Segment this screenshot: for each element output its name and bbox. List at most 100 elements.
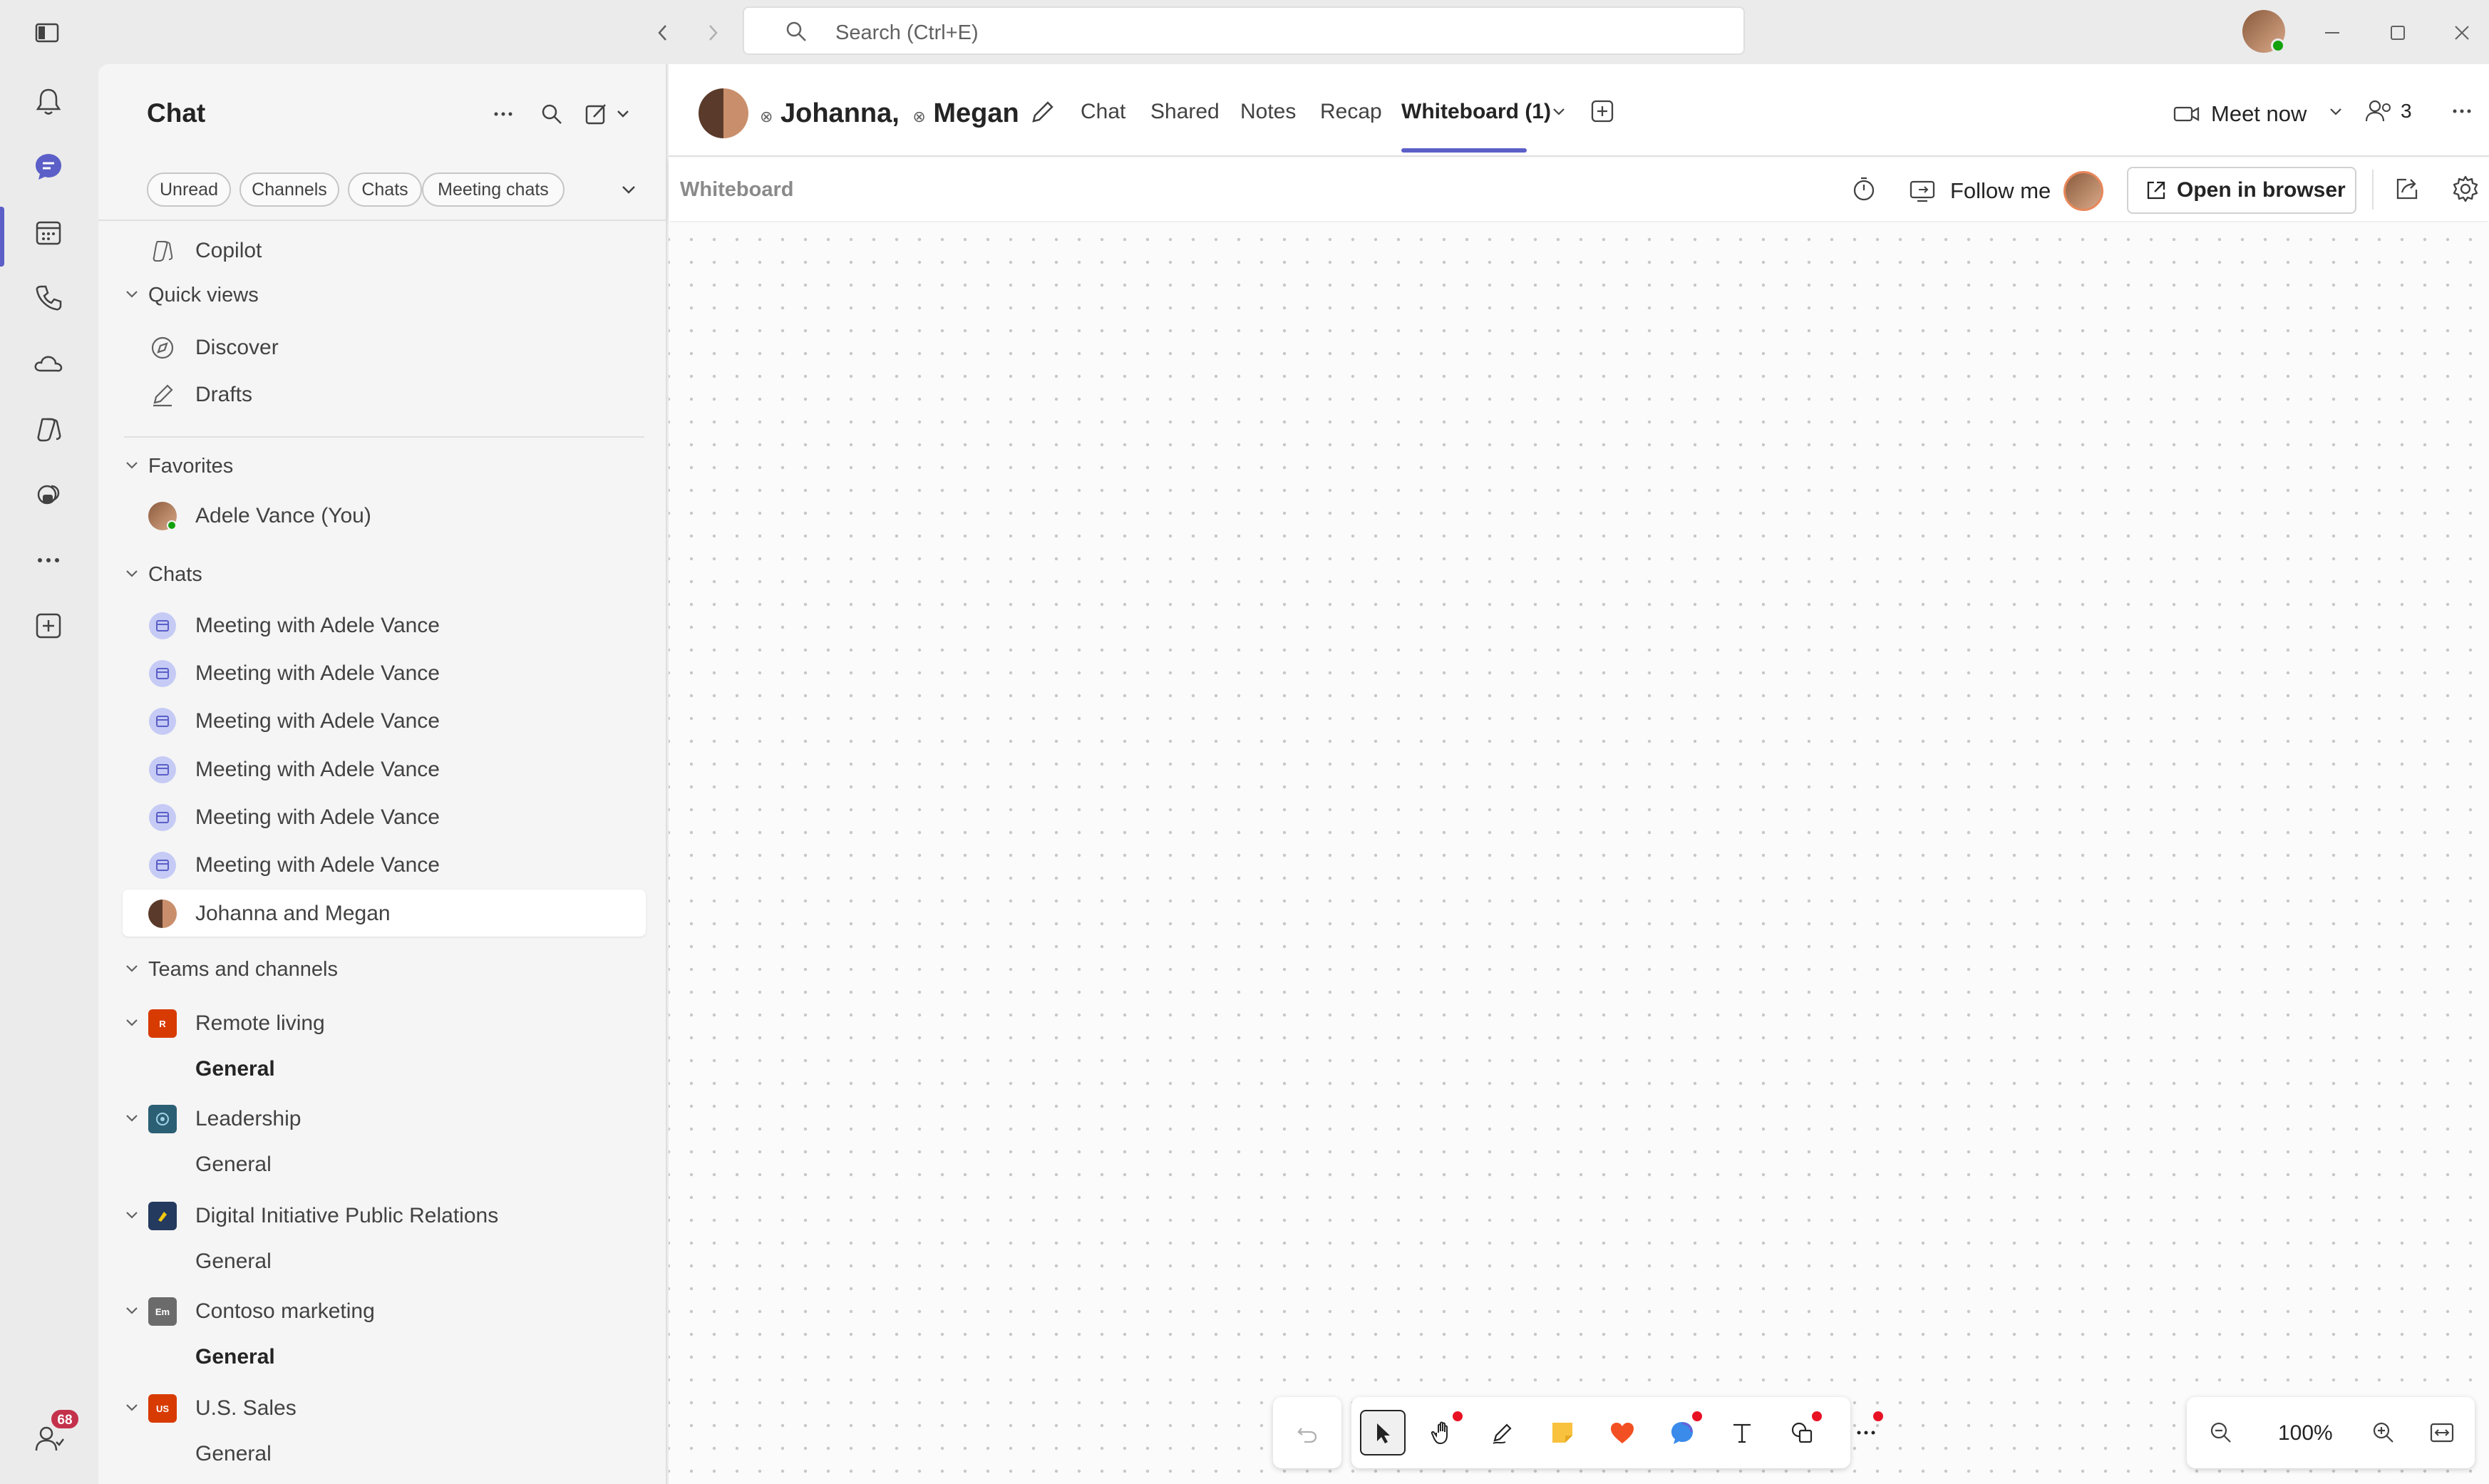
copilot-icon[interactable] bbox=[29, 409, 68, 449]
zoom-level[interactable]: 100% bbox=[2278, 1421, 2333, 1446]
channel-general[interactable]: General bbox=[123, 1333, 646, 1380]
channel-general[interactable]: General bbox=[123, 1237, 646, 1284]
channel-general[interactable]: General bbox=[123, 1045, 646, 1092]
comment-icon[interactable] bbox=[1659, 1410, 1705, 1455]
calls-icon[interactable] bbox=[29, 278, 68, 318]
list-item-drafts[interactable]: Drafts bbox=[123, 371, 646, 418]
present-icon bbox=[1910, 180, 1935, 202]
add-tab-icon[interactable] bbox=[1588, 97, 1617, 125]
select-pointer-icon[interactable] bbox=[1360, 1410, 1406, 1455]
reactions-heart-icon[interactable] bbox=[1599, 1410, 1645, 1455]
channel-general[interactable]: General bbox=[123, 1430, 646, 1477]
text-icon[interactable] bbox=[1719, 1410, 1765, 1455]
list-item-adele-vance[interactable]: Adele Vance (You) bbox=[123, 492, 646, 539]
section-favorites[interactable]: Favorites bbox=[123, 446, 408, 486]
back-icon[interactable] bbox=[644, 14, 681, 51]
filter-chats[interactable]: Chats bbox=[348, 172, 422, 207]
active-tab-indicator bbox=[1401, 148, 1527, 153]
list-item-meeting-chat[interactable]: Meeting with Adele Vance bbox=[123, 793, 646, 840]
open-in-browser-button[interactable]: Open in browser bbox=[2127, 167, 2356, 214]
channel-general[interactable]: General bbox=[123, 1140, 646, 1187]
tab-whiteboard[interactable]: Whiteboard (1) bbox=[1401, 100, 1551, 124]
more-options-icon[interactable] bbox=[2449, 98, 2475, 124]
whiteboard-canvas[interactable] bbox=[669, 222, 2489, 1484]
activity-icon[interactable] bbox=[29, 81, 68, 121]
list-item-meeting-chat[interactable]: Meeting with Adele Vance bbox=[123, 746, 646, 793]
meet-now-dropdown-icon[interactable] bbox=[2326, 103, 2345, 121]
share-icon[interactable] bbox=[2392, 174, 2422, 204]
list-item-johanna-and-megan[interactable]: Johanna and Megan bbox=[123, 890, 646, 937]
add-app-icon[interactable] bbox=[29, 606, 68, 646]
more-tools-icon[interactable] bbox=[1843, 1410, 1889, 1455]
shapes-icon[interactable] bbox=[1779, 1410, 1825, 1455]
list-item-meeting-chat[interactable]: Meeting with Adele Vance bbox=[123, 649, 646, 696]
minimize-icon[interactable] bbox=[2314, 14, 2351, 51]
settings-gear-icon[interactable] bbox=[2451, 174, 2480, 204]
chevron-down-icon bbox=[126, 570, 138, 577]
filter-meeting-chats[interactable]: Meeting chats bbox=[422, 172, 565, 207]
tab-notes[interactable]: Notes bbox=[1240, 100, 1296, 124]
meeting-icon bbox=[148, 756, 177, 784]
group-avatar[interactable] bbox=[699, 88, 748, 138]
filter-expand-icon[interactable] bbox=[612, 172, 646, 207]
presence-offline-icon: ⊗ bbox=[760, 108, 773, 125]
drafts-icon bbox=[148, 381, 177, 409]
tab-chat[interactable]: Chat bbox=[1081, 100, 1125, 124]
timer-icon[interactable] bbox=[1849, 174, 1879, 204]
channel-name: General bbox=[195, 1345, 275, 1369]
undo-icon[interactable] bbox=[1284, 1410, 1330, 1455]
rail-active-indicator bbox=[0, 207, 4, 267]
search-placeholder: Search (Ctrl+E) bbox=[835, 21, 979, 44]
follow-me-label: Follow me bbox=[1950, 178, 2051, 203]
more-apps-icon[interactable] bbox=[29, 540, 68, 580]
profile-avatar[interactable] bbox=[2242, 10, 2285, 53]
team-name: Leadership bbox=[195, 1107, 302, 1130]
zoom-out-icon[interactable] bbox=[2198, 1410, 2244, 1455]
search-chats-icon[interactable] bbox=[535, 97, 569, 131]
section-quick-views[interactable]: Quick views bbox=[123, 275, 408, 315]
maximize-icon[interactable] bbox=[2379, 14, 2416, 51]
fit-to-screen-icon[interactable] bbox=[2419, 1410, 2465, 1455]
meet-now-button[interactable]: Meet now bbox=[2173, 97, 2307, 131]
team-name: Remote living bbox=[195, 1011, 325, 1035]
list-item-meeting-chat[interactable]: Meeting with Adele Vance bbox=[123, 602, 646, 649]
section-teams-and-channels[interactable]: Teams and channels bbox=[123, 949, 479, 989]
chat-icon[interactable] bbox=[29, 147, 68, 187]
participants-button[interactable]: 3 bbox=[2364, 97, 2412, 125]
tab-dropdown-icon[interactable] bbox=[1550, 103, 1568, 121]
close-icon[interactable] bbox=[2443, 14, 2480, 51]
sticky-note-icon[interactable] bbox=[1540, 1410, 1585, 1455]
section-chats[interactable]: Chats bbox=[123, 555, 408, 594]
avatar bbox=[148, 502, 177, 530]
more-options-icon[interactable] bbox=[486, 97, 520, 131]
forward-icon[interactable] bbox=[694, 14, 731, 51]
chat-title: ⊗ Johanna, ⊗ Megan bbox=[760, 98, 1019, 129]
team-remote-living[interactable]: R Remote living bbox=[123, 999, 646, 1046]
tab-recap[interactable]: Recap bbox=[1320, 100, 1382, 124]
team-leadership[interactable]: Leadership bbox=[123, 1095, 646, 1142]
zoom-in-icon[interactable] bbox=[2361, 1410, 2406, 1455]
team-name: Digital Initiative Public Relations bbox=[195, 1204, 499, 1227]
list-item-copilot[interactable]: Copilot bbox=[123, 227, 646, 274]
edit-name-icon[interactable] bbox=[1028, 97, 1058, 127]
new-chat-icon[interactable] bbox=[582, 97, 639, 131]
presence-offline-icon: ⊗ bbox=[912, 108, 926, 125]
calendar-icon[interactable] bbox=[29, 212, 68, 252]
list-item-label: Meeting with Adele Vance bbox=[195, 661, 440, 685]
sidebar-toggle-icon[interactable] bbox=[29, 14, 66, 51]
pen-icon[interactable] bbox=[1480, 1410, 1525, 1455]
apps-icon[interactable] bbox=[29, 475, 68, 515]
list-item-discover[interactable]: Discover bbox=[123, 324, 646, 371]
onedrive-icon[interactable] bbox=[29, 344, 68, 383]
hand-pan-icon[interactable] bbox=[1420, 1410, 1465, 1455]
team-us-sales[interactable]: US U.S. Sales bbox=[123, 1384, 646, 1431]
follow-me-button[interactable]: Follow me bbox=[1909, 171, 2104, 211]
tab-shared[interactable]: Shared bbox=[1150, 100, 1220, 124]
filter-unread[interactable]: Unread bbox=[147, 172, 231, 207]
filter-channels[interactable]: Channels bbox=[239, 172, 339, 207]
team-contoso-marketing[interactable]: Em Contoso marketing bbox=[123, 1287, 646, 1334]
search-input[interactable]: Search (Ctrl+E) bbox=[743, 6, 1745, 55]
list-item-meeting-chat[interactable]: Meeting with Adele Vance bbox=[123, 841, 646, 888]
team-digital-initiative-public-relations[interactable]: Digital Initiative Public Relations bbox=[123, 1192, 646, 1239]
list-item-meeting-chat[interactable]: Meeting with Adele Vance bbox=[123, 697, 646, 744]
